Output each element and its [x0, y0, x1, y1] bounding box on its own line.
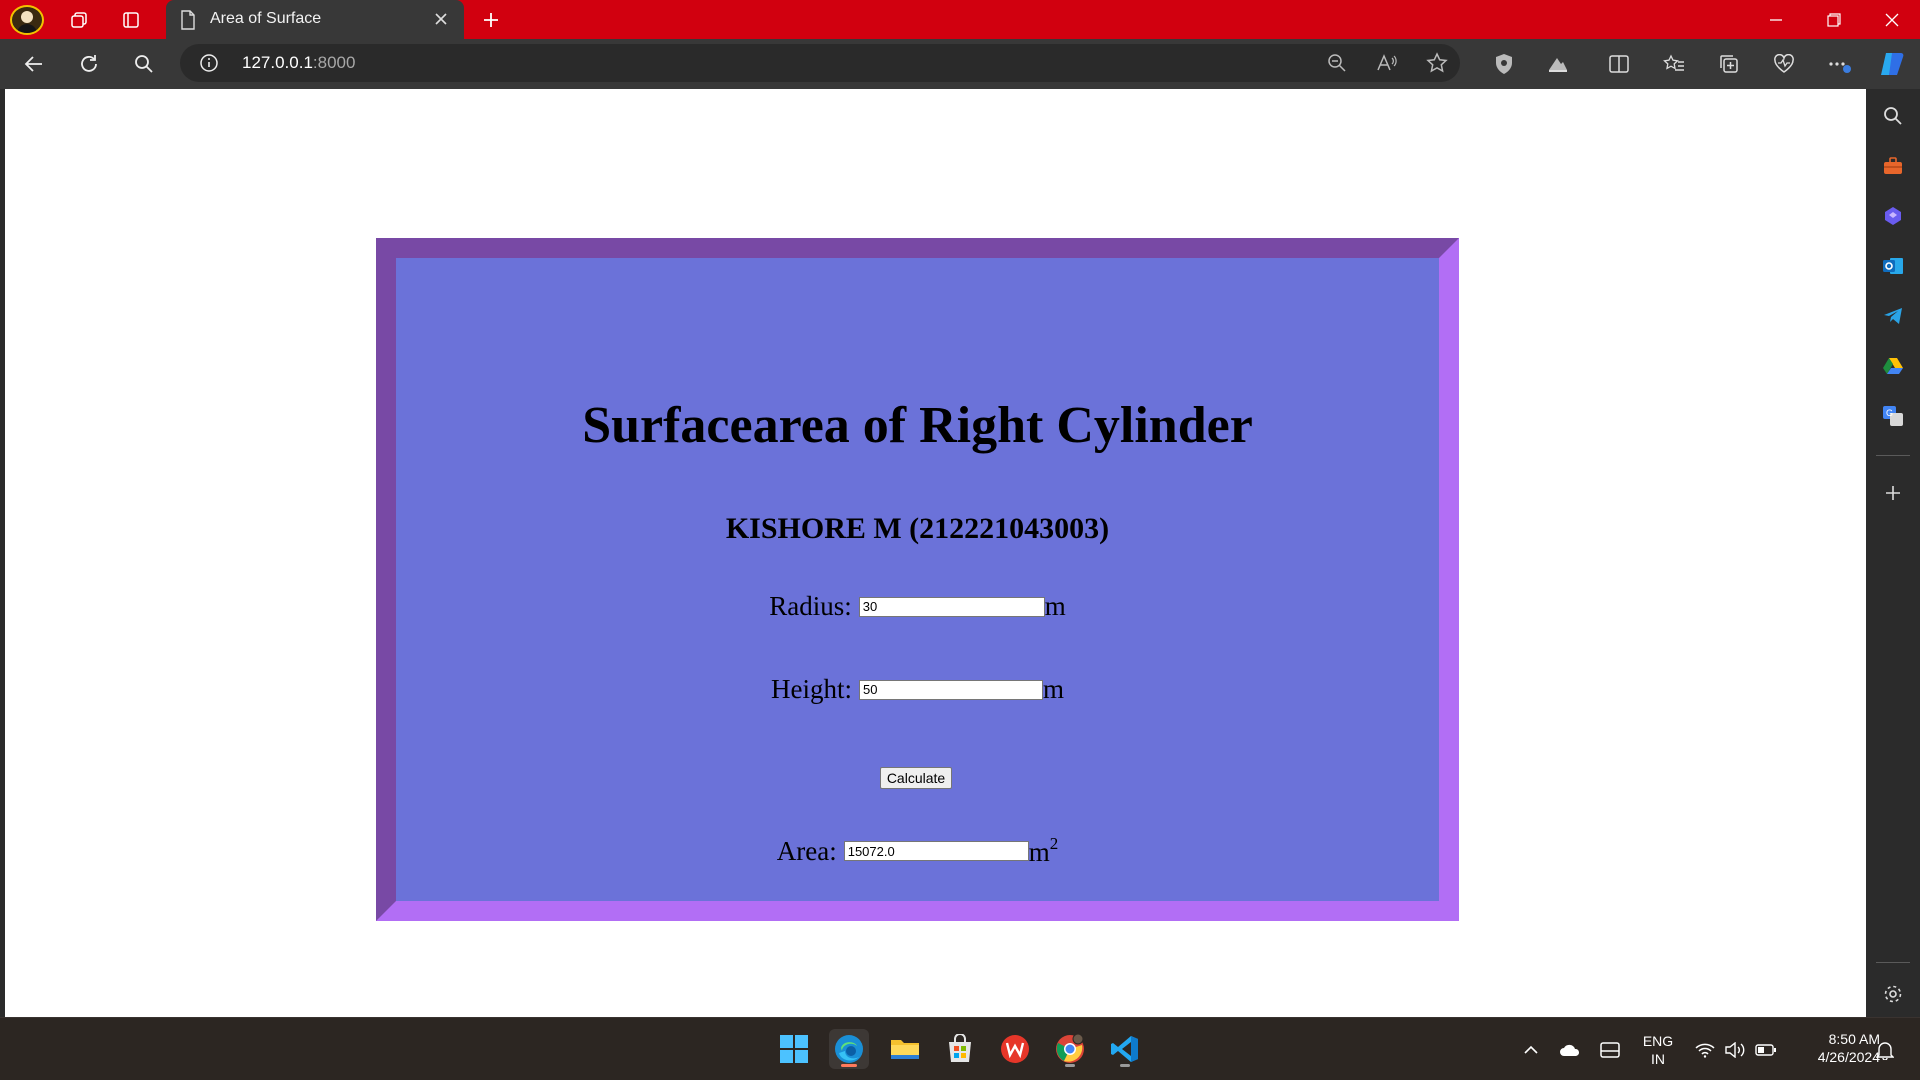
site-info-icon[interactable] [200, 54, 218, 77]
browser-essentials-icon[interactable] [1768, 48, 1800, 80]
url-text: 127.0.0.1:8000 [242, 53, 356, 72]
sidebar-telegram-icon[interactable] [1881, 304, 1905, 328]
active-app-indicator [841, 1064, 857, 1067]
page-title: Surfacearea of Right Cylinder [582, 397, 1253, 454]
taskbar-wps-office-icon[interactable] [995, 1029, 1035, 1069]
taskbar-edge-icon[interactable] [829, 1029, 869, 1069]
sidebar-designer-icon[interactable] [1881, 204, 1905, 228]
radius-label: Radius: [769, 591, 852, 621]
clock-time: 8:50 AM [1828, 1031, 1880, 1047]
taskbar-vscode-icon[interactable] [1105, 1029, 1145, 1069]
favorites-icon[interactable] [1658, 48, 1690, 80]
tab-actions-icon[interactable] [116, 0, 146, 39]
page-viewport: Surfacearea of Right Cylinder KISHORE M … [5, 89, 1866, 1017]
taskbar-store-icon[interactable] [940, 1029, 980, 1069]
windows-taskbar: ENG IN 8:50 AM 4/26/2024 [0, 1017, 1920, 1080]
address-bar[interactable]: 127.0.0.1:8000 [180, 44, 1460, 82]
collections-icon[interactable] [1713, 48, 1745, 80]
sidebar-settings-gear-icon[interactable] [1881, 982, 1905, 1006]
close-window-button[interactable] [1864, 0, 1920, 39]
sidebar-add-icon[interactable] [1881, 481, 1905, 505]
sidebar-translate-icon[interactable]: G [1881, 404, 1905, 428]
sidebar-drive-icon[interactable] [1881, 354, 1905, 378]
height-label: Height: [770, 674, 852, 704]
calculator-panel: Surfacearea of Right Cylinder KISHORE M … [376, 238, 1459, 921]
area-row: Area: m2 [396, 834, 1439, 868]
split-screen-icon[interactable] [1603, 48, 1635, 80]
sidebar-search-icon[interactable] [1881, 104, 1905, 128]
sidebar-outlook-icon[interactable] [1881, 254, 1905, 278]
clock[interactable]: 8:50 AM 4/26/2024 [1790, 1030, 1880, 1066]
sidebar-separator [1876, 962, 1910, 963]
back-icon[interactable] [18, 48, 50, 80]
minimize-button[interactable] [1748, 0, 1804, 39]
tab-area-of-surface[interactable]: Area of Surface [166, 0, 464, 39]
browser-title-bar: Area of Surface [0, 0, 1920, 39]
taskbar-file-explorer-icon[interactable] [885, 1029, 925, 1069]
sidebar-tools-icon[interactable] [1881, 154, 1905, 178]
settings-more-icon[interactable] [1823, 48, 1855, 80]
workspaces-icon[interactable] [64, 0, 94, 39]
show-hidden-icons-chevron-icon[interactable] [1520, 1040, 1542, 1060]
height-input[interactable] [858, 679, 1043, 700]
volume-icon[interactable] [1724, 1040, 1746, 1060]
calculate-button[interactable]: Calculate [880, 767, 952, 789]
tab-title: Area of Surface [210, 10, 322, 27]
area-unit: m2 [1028, 834, 1059, 867]
taskbar-chrome-icon[interactable] [1050, 1029, 1090, 1069]
start-button[interactable] [774, 1029, 814, 1069]
refresh-icon[interactable] [73, 48, 105, 80]
tablet-keyboard-icon[interactable] [1599, 1040, 1621, 1060]
area-unit-power: 2 [1049, 834, 1059, 853]
notification-bell-icon[interactable] [1874, 1040, 1896, 1060]
page-document-icon [180, 10, 196, 35]
copilot-icon[interactable] [1876, 48, 1908, 80]
battery-icon[interactable] [1755, 1040, 1777, 1060]
svg-text:G: G [1886, 408, 1893, 418]
running-app-indicator [1065, 1064, 1075, 1067]
radius-unit: m [1044, 591, 1066, 621]
new-tab-button[interactable] [476, 0, 506, 39]
area-label: Area: [776, 835, 837, 866]
edge-sidebar: G [1866, 89, 1920, 1017]
zoom-out-icon[interactable] [1325, 51, 1349, 75]
area-output[interactable] [843, 841, 1029, 861]
clock-date: 4/26/2024 [1817, 1049, 1880, 1065]
shield-icon[interactable] [1488, 48, 1520, 80]
height-unit: m [1042, 674, 1064, 704]
radius-input[interactable] [858, 596, 1045, 617]
browser-toolbar: 127.0.0.1:8000 [0, 39, 1920, 89]
favorite-star-icon[interactable] [1425, 51, 1449, 75]
onedrive-cloud-icon[interactable] [1559, 1040, 1581, 1060]
language-indicator[interactable]: ENG IN [1640, 1032, 1676, 1068]
search-icon[interactable] [128, 48, 160, 80]
height-row: Height: m [396, 674, 1439, 705]
extension-icon[interactable] [1542, 48, 1574, 80]
author-name: KISHORE M (212221043003) [725, 512, 1110, 545]
read-aloud-icon[interactable] [1375, 51, 1399, 75]
radius-row: Radius: m [396, 591, 1439, 622]
close-tab-icon[interactable] [432, 10, 450, 33]
calculator-form: Surfacearea of Right Cylinder KISHORE M … [396, 258, 1439, 901]
profile-avatar[interactable] [10, 5, 44, 35]
restore-button[interactable] [1806, 0, 1862, 39]
running-app-indicator [1120, 1064, 1130, 1067]
sidebar-separator [1876, 455, 1910, 456]
wifi-icon[interactable] [1694, 1040, 1716, 1060]
